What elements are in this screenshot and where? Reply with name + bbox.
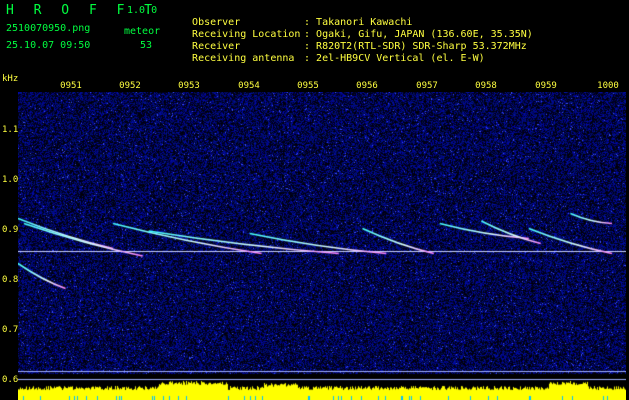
x-tick-label: 0956 [356,81,378,91]
info-sep: : [304,53,311,64]
x-tick-label: 0958 [475,81,497,91]
info-row-antenna: Receiving antenna:2el-HB9CV Vertical (el… [180,42,485,64]
y-tick-label: 0.9 [2,225,19,235]
y-tick-label: 1.1 [2,125,19,135]
x-tick-label: 0959 [535,81,557,91]
y-tick-label: 1.0 [2,175,19,185]
x-tick-label: 1000 [597,81,619,91]
x-tick-label: 0953 [178,81,200,91]
y-tick-label: 0.7 [2,325,19,335]
x-tick-label: 0951 [60,81,82,91]
date-time: 25.10.07 09:50 [6,40,91,51]
meteor-count: 53 [140,40,153,51]
x-tick-label: 0955 [297,81,319,91]
x-tick-label: 0952 [119,81,141,91]
info-key: Receiving antenna [192,53,295,64]
y-tick-label: 0.8 [2,275,19,285]
spectrogram-display [18,92,626,400]
app-version: 1.0.0 [127,5,158,16]
y-axis-unit: kHz [2,74,19,84]
y-tick-label: 0.6 [2,375,19,385]
meteor-label: meteor [124,26,161,37]
file-name: 2510070950.png [6,23,91,34]
x-tick-label: 0957 [416,81,438,91]
x-tick-label: 0954 [238,81,260,91]
info-value: 2el-HB9CV Vertical (el. E-W) [316,53,485,64]
